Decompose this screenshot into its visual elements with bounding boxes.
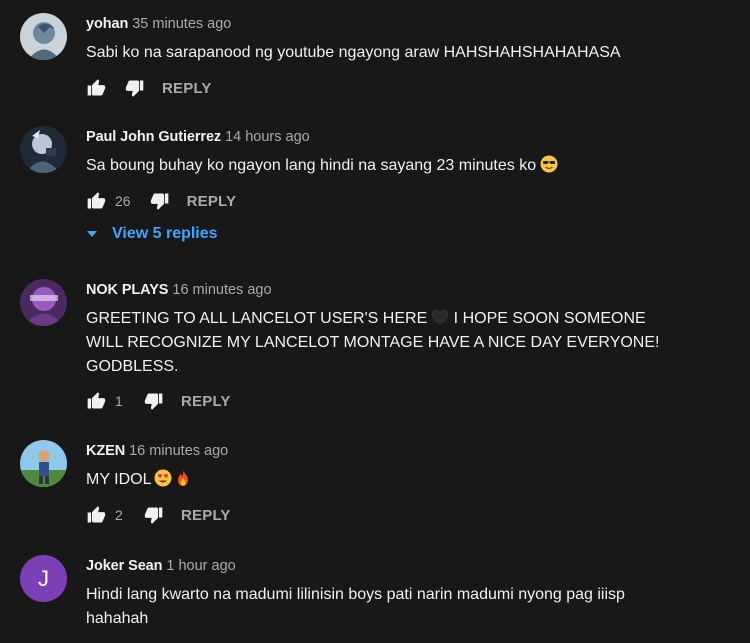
thumb-up-icon[interactable]: [86, 505, 106, 525]
comment-author[interactable]: Joker Sean: [86, 558, 162, 574]
comment-author[interactable]: NOK PLAYS: [86, 282, 168, 298]
thumb-down-icon[interactable]: [150, 191, 170, 211]
black-heart: [431, 308, 449, 326]
comment-timestamp[interactable]: 14 hours ago: [225, 129, 310, 145]
reply-button[interactable]: REPLY: [187, 193, 237, 210]
comment-text: Sabi ko na sarapanood ng youtube ngayong…: [86, 44, 621, 61]
avatar[interactable]: [20, 13, 67, 60]
avatar[interactable]: [20, 279, 67, 326]
comment-timestamp[interactable]: 1 hour ago: [166, 558, 235, 574]
avatar[interactable]: J: [20, 555, 67, 602]
comment-author[interactable]: Paul John Gutierrez: [86, 129, 221, 145]
avatar[interactable]: [20, 440, 67, 487]
smiling-face-with-sunglasses: [540, 155, 558, 173]
like-count: 2: [115, 507, 123, 523]
thumb-up-icon[interactable]: [86, 78, 106, 98]
comment-text: GREETING TO ALL LANCELOT USER'S HERE I H…: [86, 308, 660, 375]
thumb-down-icon[interactable]: [125, 78, 145, 98]
avatar[interactable]: [20, 126, 67, 173]
comment-timestamp[interactable]: 35 minutes ago: [132, 16, 231, 32]
thumb-down-icon[interactable]: [144, 505, 164, 525]
comment-author[interactable]: KZEN: [86, 443, 125, 459]
reply-button[interactable]: REPLY: [181, 507, 231, 524]
like-count: 26: [115, 193, 131, 209]
fire: [174, 469, 192, 487]
reply-button[interactable]: REPLY: [181, 393, 231, 410]
comment-text: MY IDOL: [86, 468, 730, 492]
reply-button[interactable]: REPLY: [162, 80, 212, 97]
caret-down-icon: [87, 231, 97, 237]
smiling-face-with-heart-eyes: [154, 469, 172, 487]
comment-author[interactable]: yohan: [86, 16, 128, 32]
thumb-down-icon[interactable]: [144, 391, 164, 411]
comment-text: Sa boung buhay ko ngayon lang hindi na s…: [86, 154, 730, 178]
view-replies-button[interactable]: View 5 replies: [86, 225, 218, 243]
thumb-up-icon[interactable]: [86, 391, 106, 411]
thumb-up-icon[interactable]: [86, 191, 106, 211]
view-replies-label: View 5 replies: [112, 225, 218, 242]
like-count: 1: [115, 393, 123, 409]
comment-timestamp[interactable]: 16 minutes ago: [129, 443, 228, 459]
comment-text: Hindi lang kwarto na madumi lilinisin bo…: [86, 586, 625, 627]
avatar-letter: J: [38, 565, 49, 591]
comment-timestamp[interactable]: 16 minutes ago: [172, 282, 271, 298]
